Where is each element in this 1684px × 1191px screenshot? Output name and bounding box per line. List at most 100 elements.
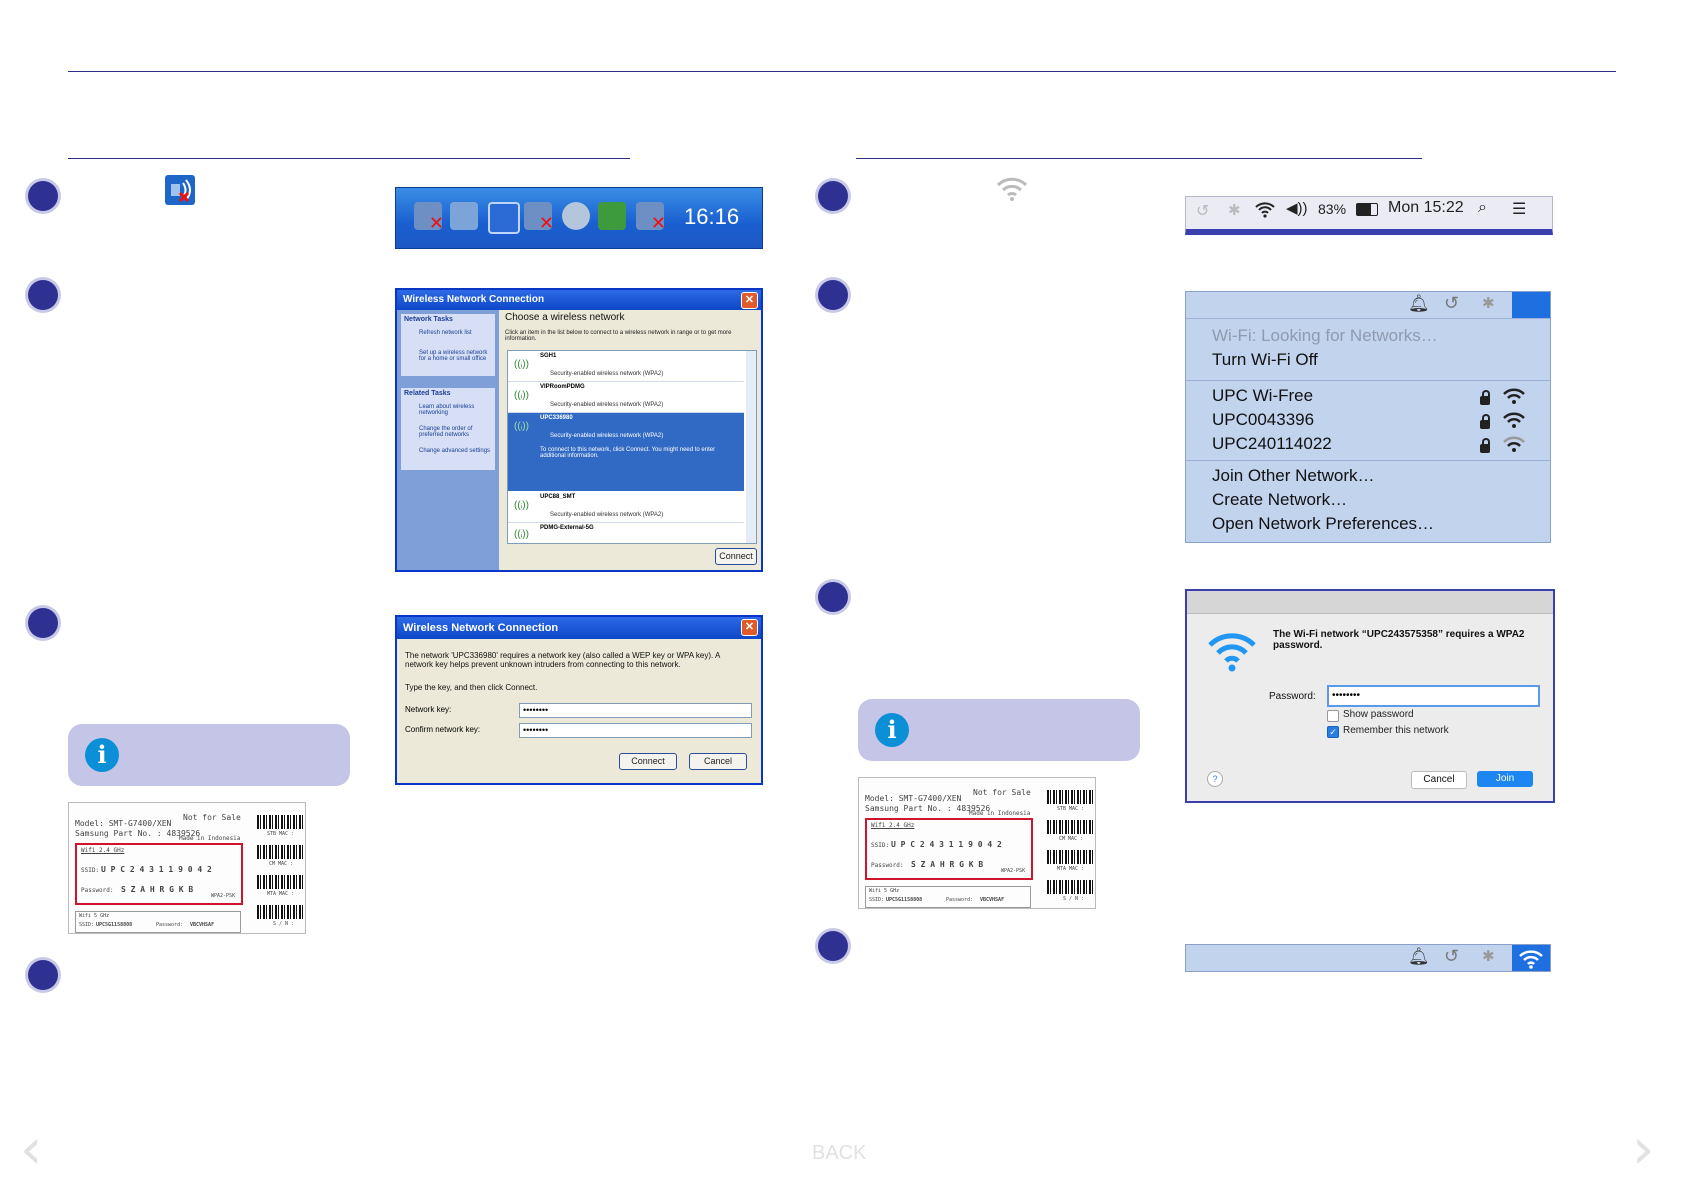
refresh-network-list-link[interactable]: Refresh network list: [419, 330, 493, 336]
left-section-rule: [68, 158, 630, 159]
notification-center-icon[interactable]: ☰: [1512, 199, 1526, 219]
join-other-network-item[interactable]: Join Other Network…: [1212, 466, 1375, 486]
right-section-rule: [856, 158, 1422, 159]
menubar-clock[interactable]: Mon 15:22: [1388, 199, 1464, 217]
menu-separator: [1186, 460, 1550, 461]
label-mta-mac: MTA MAC :: [267, 891, 295, 897]
time-machine-icon: ↺: [1444, 946, 1460, 966]
mac-password-dialog: The Wi-Fi network “UPC243575358” require…: [1185, 589, 1555, 803]
change-order-link[interactable]: Change the order of preferred networks: [419, 426, 493, 438]
turn-wifi-off-item[interactable]: Turn Wi-Fi Off: [1212, 350, 1318, 370]
network-list-item-selected[interactable]: ((ᵢ)) UPC336980 Security-enabled wireles…: [508, 413, 744, 491]
label-wifi5-header: Wifi 5 GHz: [869, 888, 900, 894]
xp-taskbar-screenshot: ✕ ✕ ✕ 16:16: [395, 187, 763, 249]
label-wifi5-box: Wifi 5 GHz SSID: UPC5G1158808 Password: …: [865, 886, 1031, 908]
label-ssid-label: SSID:: [871, 842, 890, 849]
spotlight-search-icon[interactable]: ⌕: [1478, 199, 1487, 217]
label-cm-mac: CM MAC :: [1059, 836, 1084, 842]
label-stb-mac: STB MAC :: [267, 831, 295, 837]
network-security: Security-enabled wireless network (WPA2): [550, 433, 664, 439]
network-tasks-box: Network Tasks Refresh network list Set u…: [401, 314, 495, 376]
list-scrollbar[interactable]: [746, 351, 756, 543]
connect-button[interactable]: Connect: [715, 548, 757, 565]
network-x-icon: ✕: [524, 202, 554, 234]
barcode: [1047, 880, 1093, 894]
wifi-icon[interactable]: [993, 173, 1031, 203]
label-password-label: Password:: [871, 862, 904, 869]
password-field[interactable]: ••••••••: [1327, 685, 1540, 707]
barcode: [1047, 820, 1093, 834]
back-link[interactable]: BACK: [812, 1142, 866, 1165]
label-ssid-value: U P C 2 4 3 1 1 9 0 4 2: [101, 865, 212, 874]
network-item-upc-wi-free[interactable]: UPC Wi-Free: [1212, 386, 1313, 406]
network-key-dialog: Wireless Network Connection ✕ The networ…: [395, 615, 763, 785]
wifi-connected-icon[interactable]: [1512, 945, 1550, 971]
close-button[interactable]: ✕: [741, 619, 758, 636]
related-tasks-header: Related Tasks: [404, 390, 451, 397]
label-ssid5-label: SSID:: [869, 897, 885, 903]
network-list-item[interactable]: ((ᵢ)) PDMG-External-5G: [508, 523, 744, 543]
key-message: The network 'UPC336980' requires a netwo…: [405, 651, 720, 669]
volume-icon[interactable]: ◀)): [1286, 199, 1308, 217]
step-1-bullet: [818, 181, 848, 211]
barcode: [1047, 850, 1093, 864]
battery-percent: 83%: [1318, 201, 1347, 217]
step-1-bullet: [28, 181, 58, 211]
network-list-item[interactable]: ((ᵢ)) SGH1 Security-enabled wireless net…: [508, 351, 744, 382]
network-list-item[interactable]: ((ᵢ)) VIPRoomPDMG Security-enabled wirel…: [508, 382, 744, 413]
battery-icon[interactable]: [1356, 203, 1378, 216]
wifi-icon[interactable]: [1254, 199, 1276, 224]
network-item-upc0043396[interactable]: UPC0043396: [1212, 410, 1314, 430]
join-button[interactable]: Join: [1477, 771, 1533, 787]
network-item-upc240114022[interactable]: UPC240114022: [1212, 434, 1332, 454]
create-network-item[interactable]: Create Network…: [1212, 490, 1347, 510]
network-list-item[interactable]: ((ᵢ)) UPC88_SMT Security-enabled wireles…: [508, 492, 744, 523]
advanced-settings-link[interactable]: Change advanced settings: [419, 448, 493, 454]
info-box-left: i: [68, 724, 350, 786]
learn-wireless-link[interactable]: Learn about wireless networking: [419, 404, 493, 416]
label-ssid5-label: SSID:: [79, 922, 95, 928]
wifi-strength-icon: [1502, 434, 1526, 459]
menu-separator: [1186, 380, 1550, 381]
lock-icon: [1480, 414, 1490, 429]
network-tray-icon[interactable]: [165, 175, 195, 205]
wifi-menu-icon-active[interactable]: [1512, 292, 1550, 318]
help-button[interactable]: ?: [1207, 771, 1223, 787]
barcode: [257, 845, 303, 859]
setup-network-link[interactable]: Set up a wireless network for a home or …: [419, 350, 493, 362]
network-name: UPC88_SMT: [540, 494, 576, 500]
network-antenna-icon: ((ᵢ)): [514, 390, 529, 401]
open-network-preferences-item[interactable]: Open Network Preferences…: [1212, 514, 1434, 534]
key-prompt: Type the key, and then click Connect.: [405, 683, 538, 692]
label-ssid5-value: UPC5G1158808: [96, 922, 133, 928]
step-4-bullet: [818, 931, 848, 961]
cancel-button[interactable]: Cancel: [689, 753, 747, 770]
bluetooth-icon: ✱: [1482, 948, 1495, 965]
bell-icon: 🔔︎: [1408, 947, 1430, 966]
confirm-key-field[interactable]: ••••••••: [519, 723, 752, 738]
remember-network-checkbox[interactable]: ✓: [1327, 726, 1339, 738]
previous-page-chevron-icon[interactable]: ‹: [20, 1122, 42, 1178]
label-ssid5-value: UPC5G1158808: [886, 897, 923, 903]
bluetooth-icon: ✱: [1482, 295, 1495, 312]
related-tasks-box: Related Tasks Learn about wireless netwo…: [401, 388, 495, 470]
label-wifi-header: Wifi 2.4 GHz: [871, 822, 915, 829]
close-button[interactable]: ✕: [741, 292, 758, 309]
network-name: VIPRoomPDMG: [540, 384, 585, 390]
lock-icon: [1480, 390, 1490, 405]
cancel-button[interactable]: Cancel: [1411, 771, 1467, 789]
next-page-chevron-icon[interactable]: ›: [1632, 1122, 1654, 1178]
taskbar-clock: 16:16: [684, 204, 740, 229]
network-key-label: Network key:: [405, 705, 452, 714]
show-password-label: Show password: [1343, 709, 1414, 720]
connect-button[interactable]: Connect: [619, 753, 677, 770]
network-key-field[interactable]: ••••••••: [519, 703, 752, 718]
label-not-for-sale: Not for Sale: [973, 788, 1031, 797]
network-name: SGH1: [540, 353, 557, 359]
show-password-checkbox[interactable]: [1327, 710, 1339, 722]
label-model: Model: SMT-G7400/XEN: [865, 794, 962, 803]
barcode: [257, 815, 303, 829]
step-3-bullet: [28, 608, 58, 638]
tasks-pane: Network Tasks Refresh network list Set u…: [397, 310, 499, 570]
barcode: [257, 905, 303, 919]
